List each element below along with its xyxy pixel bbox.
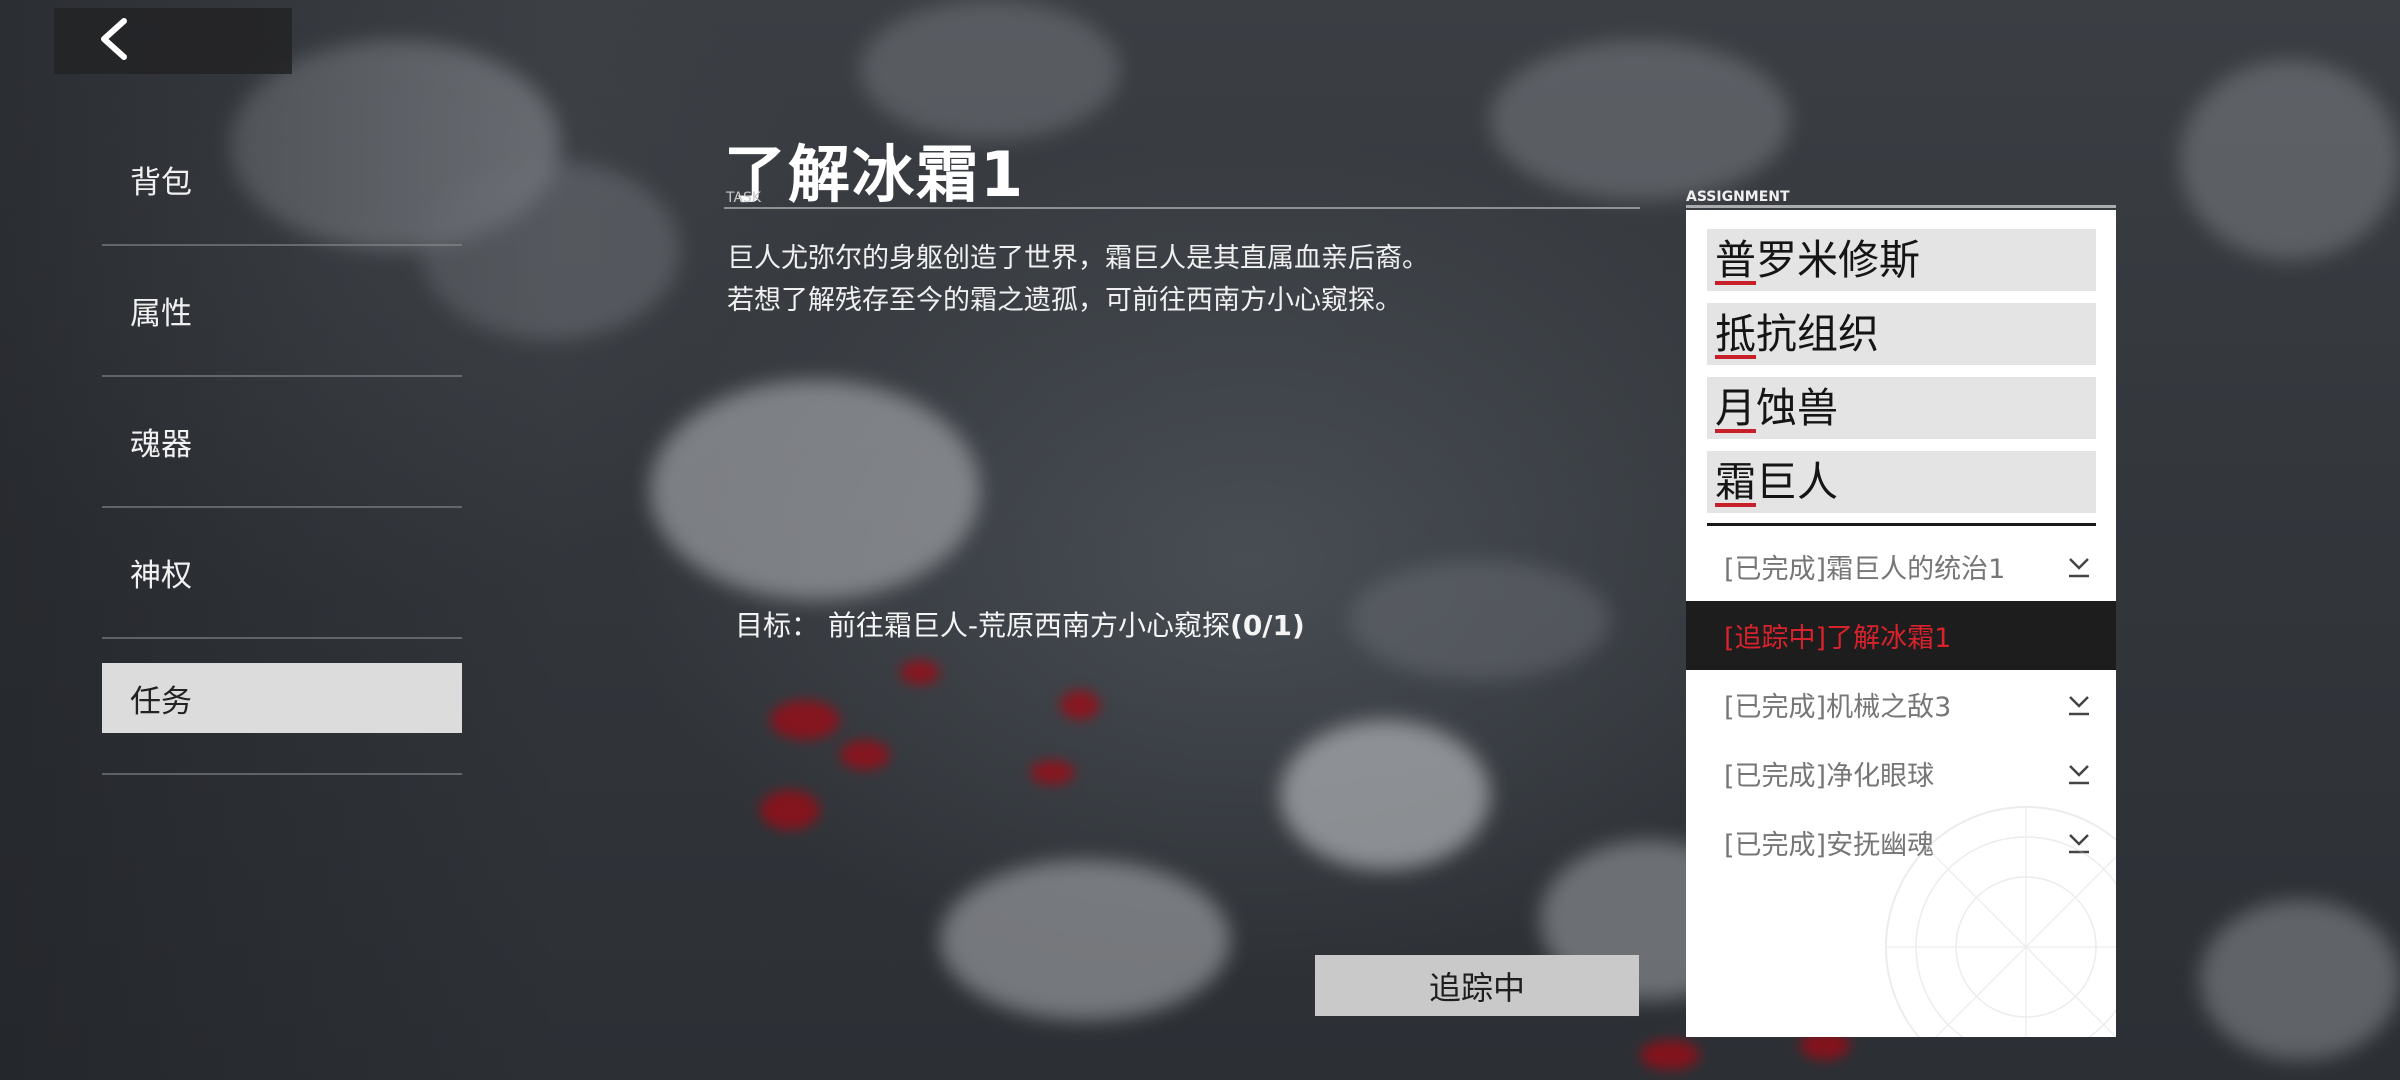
category-resistance[interactable]: 抵抗组织 — [1707, 303, 2096, 365]
category-eclipse-beast[interactable]: 月蚀兽 — [1707, 377, 2096, 439]
category-divider — [1707, 523, 2096, 526]
task-goal-label: 目标： — [735, 609, 820, 642]
task-row-label: [已完成]净化眼球 — [1724, 761, 1935, 792]
task-description-line: 巨人尤弥尔的身躯创造了世界，霜巨人是其直属血亲后裔。 — [727, 243, 1429, 274]
task-description-line: 若想了解残存至今的霜之遗孤，可前往西南方小心窥探。 — [727, 285, 1402, 316]
task-goal-count: (0/1) — [1230, 609, 1305, 642]
task-row[interactable]: [已完成]霜巨人的统治1 — [1686, 532, 2116, 601]
task-row-label: [已完成]机械之敌3 — [1724, 692, 1952, 723]
task-row-label: [追踪中]了解冰霜1 — [1724, 623, 1952, 654]
category-label: 巨人 — [1756, 458, 1838, 506]
chevron-down-icon — [2067, 693, 2091, 717]
chevron-down-icon — [2067, 762, 2091, 786]
tracking-button[interactable]: 追踪中 — [1315, 955, 1639, 1016]
nav-item-soul-vessel[interactable]: 魂器 — [102, 377, 462, 508]
nav-item-backpack[interactable]: 背包 — [102, 115, 462, 246]
category-label: 蚀兽 — [1756, 384, 1838, 432]
task-goal: 目标： 前往霜巨人-荒原西南方小心窥探(0/1) — [735, 604, 1305, 644]
nav-item-label: 属性 — [130, 296, 192, 332]
task-goal-text: 前往霜巨人-荒原西南方小心窥探 — [827, 609, 1231, 642]
category-initial: 霜 — [1715, 451, 1756, 513]
nav-item-label: 背包 — [130, 165, 192, 201]
category-initial: 月 — [1715, 377, 1756, 439]
category-list: 普罗米修斯 抵抗组织 月蚀兽 霜巨人 — [1686, 210, 2116, 513]
task-title: 了解冰霜1 — [724, 138, 1026, 211]
category-prometheus[interactable]: 普罗米修斯 — [1707, 229, 2096, 291]
category-initial: 普 — [1715, 229, 1756, 291]
category-initial: 抵 — [1715, 303, 1756, 365]
assignment-panel: 普罗米修斯 抵抗组织 月蚀兽 霜巨人 [已完成]霜巨人的统治1 [追踪中]了解冰… — [1686, 210, 2116, 1037]
nav-item-tasks[interactable]: 任务 — [102, 639, 462, 775]
nav-item-active-highlight: 任务 — [102, 663, 462, 733]
side-nav: 背包 属性 魂器 神权 任务 — [102, 115, 462, 775]
task-row[interactable]: [已完成]机械之敌3 — [1686, 670, 2116, 739]
nav-item-label: 神权 — [130, 558, 192, 594]
task-row-tracking[interactable]: [追踪中]了解冰霜1 — [1686, 601, 2116, 670]
nav-item-divine-power[interactable]: 神权 — [102, 508, 462, 639]
category-frost-giant[interactable]: 霜巨人 — [1707, 451, 2096, 513]
task-section-tag: TASK — [726, 190, 762, 206]
back-button[interactable] — [54, 8, 292, 74]
assignment-tag: ASSIGNMENT — [1686, 189, 1790, 205]
nav-item-attributes[interactable]: 属性 — [102, 246, 462, 377]
task-description: 巨人尤弥尔的身躯创造了世界，霜巨人是其直属血亲后裔。 若想了解残存至今的霜之遗孤… — [727, 238, 1429, 322]
chevron-left-icon — [96, 17, 132, 65]
nav-item-label: 魂器 — [130, 427, 192, 463]
task-title-divider — [724, 207, 1640, 209]
emblem-watermark-icon — [1885, 806, 2116, 1037]
category-label: 抗组织 — [1756, 310, 1879, 358]
assignment-top-divider — [1686, 205, 2116, 208]
chevron-down-icon — [2067, 555, 2091, 579]
nav-item-label: 任务 — [130, 683, 192, 720]
category-label: 罗米修斯 — [1756, 236, 1920, 284]
task-row-label: [已完成]霜巨人的统治1 — [1724, 554, 2006, 585]
